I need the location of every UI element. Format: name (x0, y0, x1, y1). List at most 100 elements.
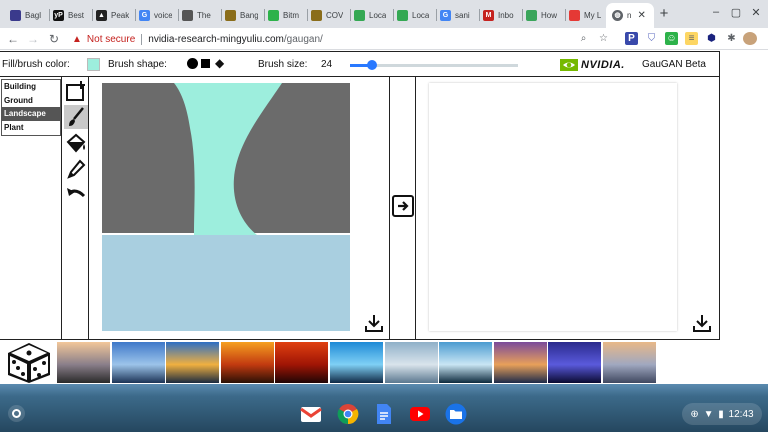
maps-icon (354, 10, 365, 21)
tab-6[interactable]: Bang (225, 5, 258, 26)
tab-5[interactable]: The (182, 5, 215, 26)
style-thumbnail[interactable] (275, 342, 329, 383)
omnibox-divider (141, 33, 143, 45)
style-thumbnail[interactable] (111, 342, 165, 383)
add-circle-icon: ⊕ (690, 408, 699, 420)
chrome-icon[interactable] (337, 403, 359, 425)
tab-13[interactable]: How (526, 5, 559, 26)
forward-icon[interactable]: → (26, 31, 40, 47)
extension-notes-icon[interactable]: ≡ (685, 32, 698, 45)
output-panel (416, 77, 720, 339)
brush-shape-label: Brush shape: (108, 59, 167, 70)
tab-separator (221, 9, 222, 21)
segmentation-canvas[interactable] (102, 83, 350, 331)
eyedropper-icon[interactable] (64, 157, 88, 181)
bang-icon (225, 10, 236, 21)
fill-color-label: Fill/brush color: (2, 59, 70, 70)
close-tab-icon[interactable]: ✕ (637, 10, 645, 21)
new-canvas-icon[interactable] (64, 79, 88, 103)
tab-separator (92, 9, 93, 21)
tab-9[interactable]: Loca (354, 5, 387, 26)
peak-icon: ▲ (96, 10, 107, 21)
download-segmentation-icon[interactable] (364, 313, 384, 333)
tab-12[interactable]: M Inbo (483, 5, 516, 26)
url-host: nvidia-research-mingyuliu.com (148, 33, 284, 45)
search-icon[interactable]: ⌕ (577, 32, 590, 45)
docs-icon[interactable] (373, 403, 395, 425)
tab-separator (565, 9, 566, 21)
globe-icon: ◍ (612, 10, 623, 21)
battery-icon: ▮ (718, 408, 724, 420)
status-area[interactable]: ⊕ ▼ ▮ 12:43 (682, 403, 762, 425)
square-brush-icon[interactable] (201, 59, 210, 68)
label-building[interactable]: Building (2, 80, 60, 94)
style-thumbnail-strip (0, 339, 720, 384)
yelp-icon: yP (53, 10, 64, 21)
brush-size-slider-thumb[interactable] (366, 60, 377, 70)
address-bar[interactable]: ▲ Not secure nvidia-research-mingyuliu.c… (72, 30, 620, 48)
tab-11[interactable]: Gsani (440, 5, 473, 26)
style-thumbnail[interactable] (166, 342, 220, 383)
style-thumbnail[interactable] (384, 342, 438, 383)
render-button[interactable] (392, 195, 414, 217)
tab-separator (393, 9, 394, 21)
style-thumbnail[interactable] (330, 342, 383, 383)
tab-strip: Bagl yP Best ▲ Peak Gvoice The Bang Bitm COV Loca L… (0, 0, 768, 28)
minimize-icon[interactable]: – (709, 6, 723, 18)
download-output-icon[interactable] (692, 313, 712, 333)
style-thumbnail[interactable] (603, 342, 656, 383)
style-thumbnail[interactable] (548, 342, 602, 383)
gaugan-header: Fill/brush color: Brush shape: ◆ Brush s… (0, 51, 720, 77)
fill-color-swatch[interactable] (87, 58, 100, 71)
bookmark-star-icon[interactable]: ☆ (597, 32, 610, 45)
tab-active[interactable]: ◍ n ✕ (606, 3, 654, 28)
back-icon[interactable]: ← (6, 31, 20, 47)
tab-separator (178, 9, 179, 21)
extension-hex-icon[interactable]: ⬢ (705, 32, 718, 45)
google-icon: G (139, 10, 150, 21)
browser-toolbar: ← → ↻ ▲ Not secure nvidia-research-mingy… (0, 28, 768, 50)
profile-avatar[interactable] (743, 32, 757, 45)
label-ground[interactable]: Ground (2, 94, 60, 108)
diamond-brush-icon[interactable]: ◆ (215, 56, 224, 70)
label-plant[interactable]: Plant (2, 121, 60, 135)
tab-4[interactable]: Gvoice (139, 5, 172, 26)
google-icon: G (440, 10, 451, 21)
style-thumbnail[interactable] (220, 342, 274, 383)
close-window-icon[interactable]: ✕ (749, 6, 763, 19)
tab-separator (307, 9, 308, 21)
panda-icon (182, 10, 193, 21)
reload-icon[interactable]: ↻ (47, 31, 61, 47)
tab-1[interactable]: Bagl (10, 5, 43, 26)
gmail-icon[interactable] (300, 403, 322, 425)
launcher-button[interactable] (8, 405, 25, 422)
extension-shield-icon[interactable]: ⛉ (645, 32, 658, 45)
maximize-icon[interactable]: ▢ (729, 6, 743, 19)
random-style-dice-icon[interactable] (4, 341, 54, 384)
extensions-puzzle-icon[interactable]: ✱ (725, 32, 738, 45)
tab-10[interactable]: Loca (397, 5, 430, 26)
youtube-icon[interactable] (409, 403, 431, 425)
brush-size-value: 24 (321, 59, 333, 70)
style-thumbnail[interactable] (439, 342, 493, 383)
style-thumbnail[interactable] (57, 342, 110, 383)
undo-icon[interactable] (64, 183, 88, 207)
files-icon[interactable] (445, 403, 467, 425)
circle-brush-icon[interactable] (187, 58, 198, 69)
fill-bucket-icon[interactable] (64, 131, 88, 155)
style-thumbnail[interactable] (493, 342, 547, 383)
extension-bitmoji-icon[interactable]: ☺ (665, 32, 678, 45)
tab-7[interactable]: Bitm (268, 5, 301, 26)
bitmoji-icon (268, 10, 279, 21)
extension-p-icon[interactable]: P (625, 32, 638, 45)
tab-3[interactable]: ▲ Peak (96, 5, 129, 26)
new-tab-button[interactable]: + (657, 6, 671, 21)
tab-separator (522, 9, 523, 21)
tab-14[interactable]: My L (569, 5, 602, 26)
maps-icon (397, 10, 408, 21)
tab-8[interactable]: COV (311, 5, 344, 26)
segmentation-panel (89, 77, 389, 339)
label-landscape[interactable]: Landscape (2, 107, 60, 121)
brush-icon[interactable] (64, 105, 88, 129)
tab-2[interactable]: yP Best (53, 5, 86, 26)
